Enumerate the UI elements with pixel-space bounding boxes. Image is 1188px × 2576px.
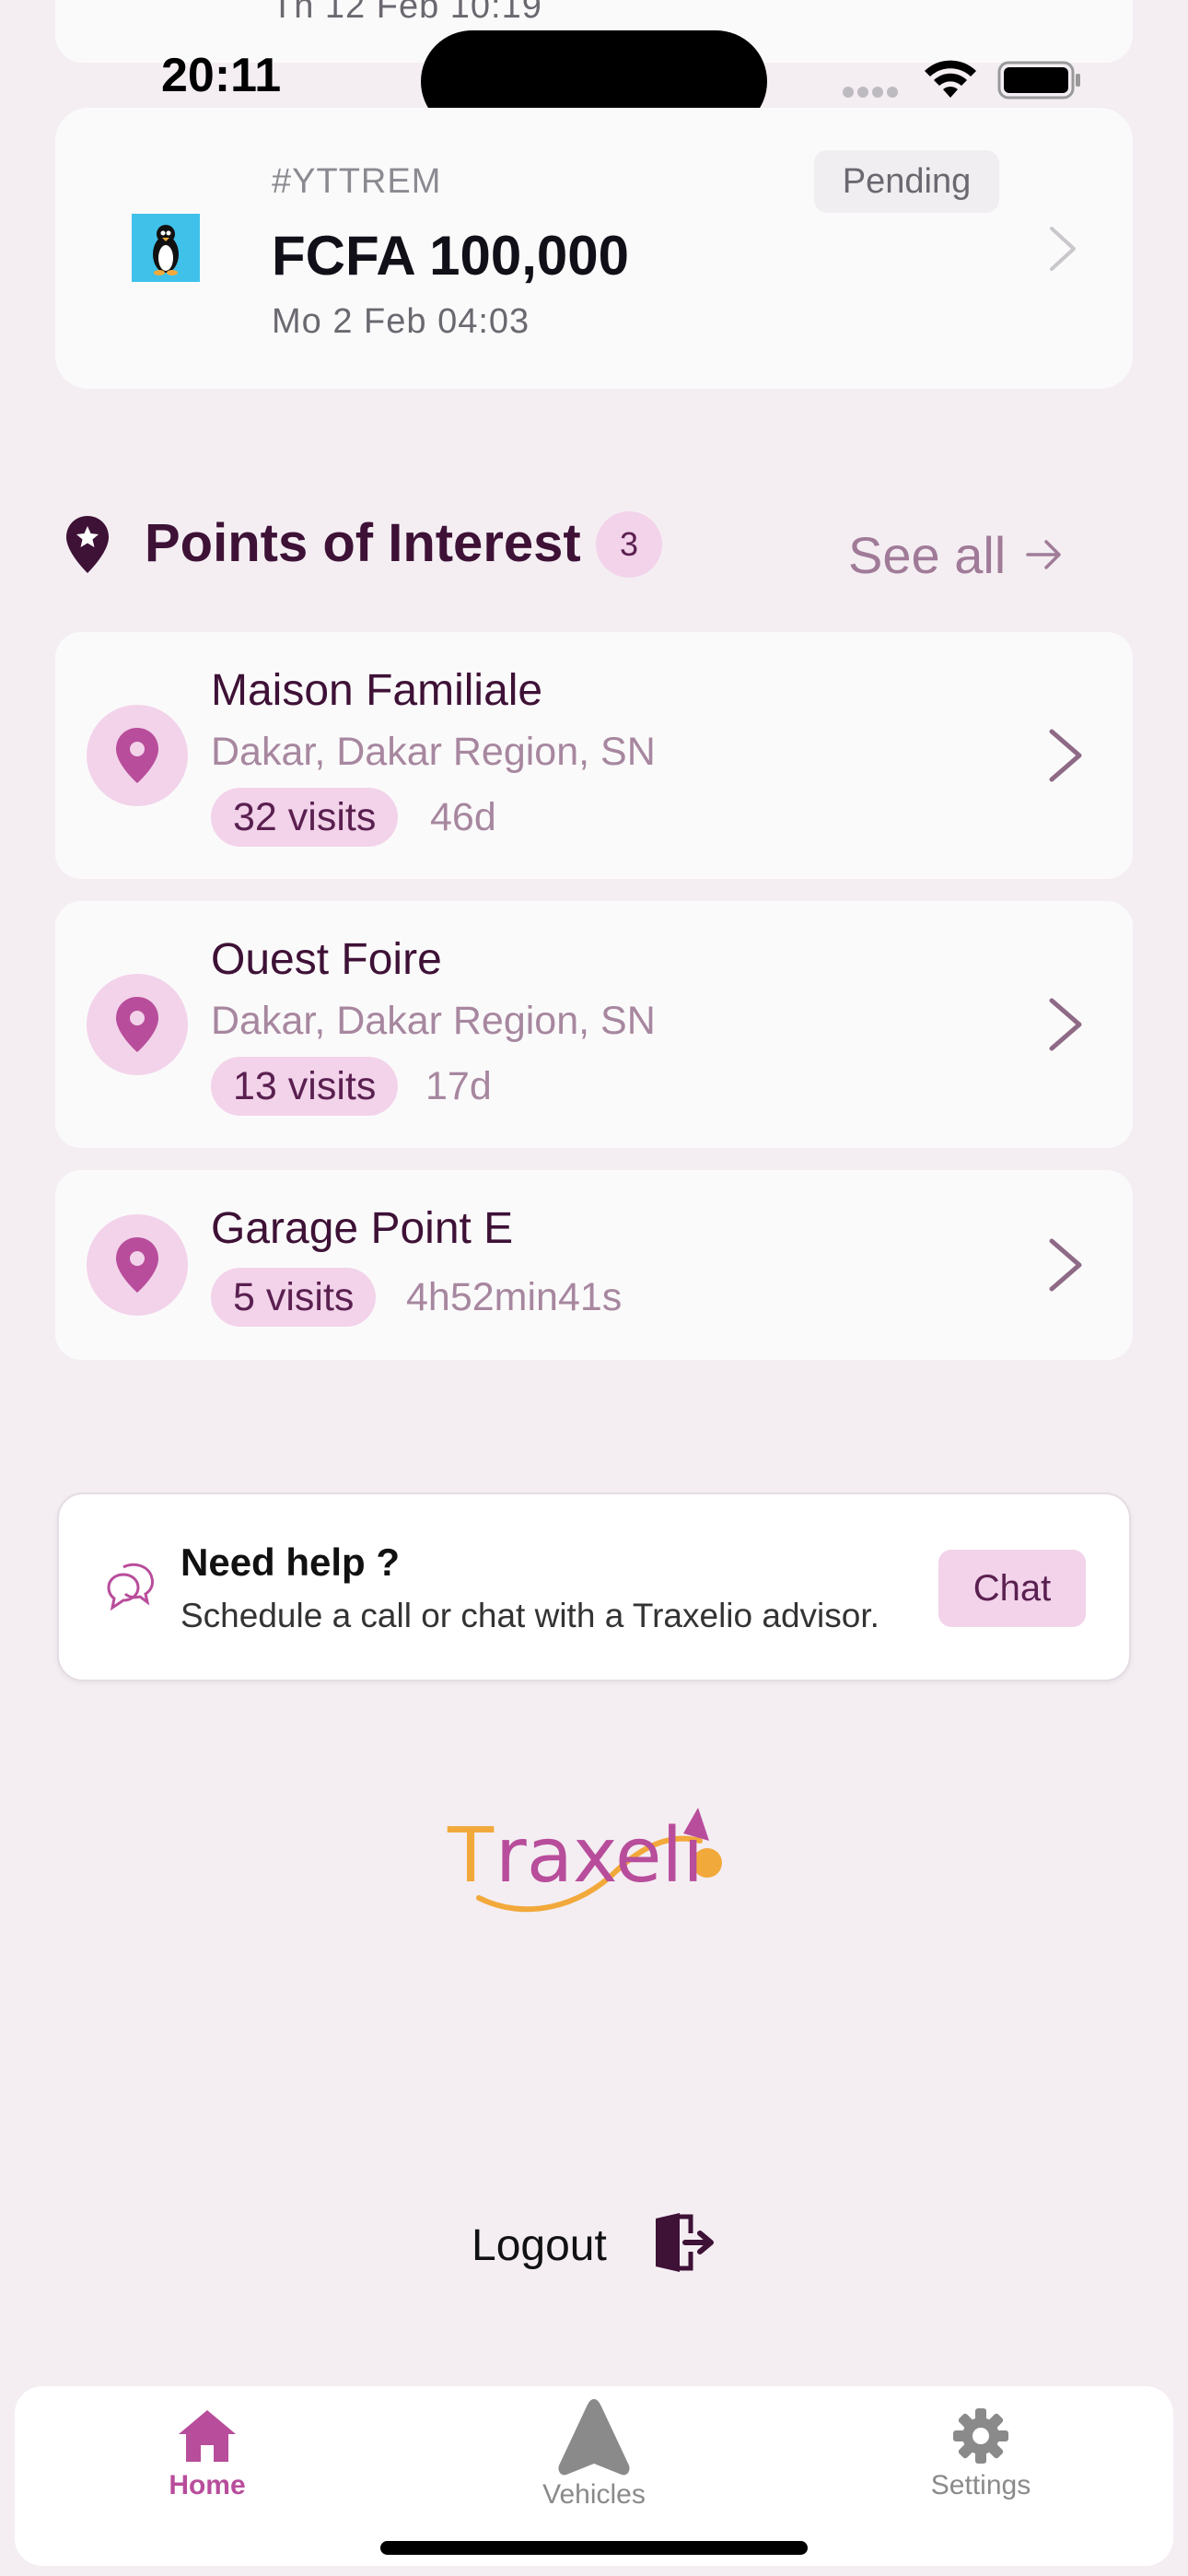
cellular-signal-icon xyxy=(843,86,902,102)
poi-name: Maison Familiale xyxy=(211,666,543,715)
poi-address: Dakar, Dakar Region, SN xyxy=(211,999,656,1043)
map-pin-icon xyxy=(116,997,158,1052)
help-title: Need help ? xyxy=(181,1540,401,1584)
svg-text:raxeli: raxeli xyxy=(495,1812,704,1900)
home-indicator xyxy=(380,2541,808,2555)
map-pin-icon xyxy=(116,1237,158,1293)
visits-badge: 13 visits xyxy=(211,1057,399,1116)
arrow-right-icon[interactable] xyxy=(1024,534,1065,575)
logout-label[interactable]: Logout xyxy=(472,2220,607,2271)
help-subtitle: Schedule a call or chat with a Traxelio … xyxy=(181,1597,879,1634)
transaction-ref: #YTTREM xyxy=(272,162,442,201)
tab-label: Settings xyxy=(930,2470,1031,2500)
previous-transaction-date: Th 12 Feb 10:19 xyxy=(272,0,542,26)
section-title: Points of Interest xyxy=(145,513,581,573)
chevron-right-icon[interactable] xyxy=(1048,728,1083,783)
transaction-amount: FCFA 100,000 xyxy=(272,225,629,287)
poi-name: Garage Point E xyxy=(211,1204,514,1253)
transaction-avatar xyxy=(132,214,200,282)
tab-label: Home xyxy=(169,2470,246,2500)
poi-name: Ouest Foire xyxy=(211,935,442,984)
svg-text:T: T xyxy=(447,1812,495,1900)
traxelio-logo: T raxeli xyxy=(447,1808,722,1913)
poi-card[interactable] xyxy=(55,1170,1133,1360)
count-badge: 3 xyxy=(596,511,662,578)
tab-settings[interactable]: Settings xyxy=(903,2406,1059,2501)
star-pin-icon xyxy=(66,516,109,573)
poi-icon-circle xyxy=(87,974,188,1075)
chevron-right-icon[interactable] xyxy=(1048,997,1083,1052)
poi-duration: 46d xyxy=(430,795,496,839)
poi-duration: 4h52min41s xyxy=(406,1275,623,1319)
chat-button[interactable]: Chat xyxy=(938,1550,1086,1627)
chat-bubbles-icon xyxy=(107,1563,154,1611)
wifi-icon xyxy=(925,60,976,98)
map-pin-icon xyxy=(116,728,158,783)
see-all-link[interactable]: See all xyxy=(848,525,1006,585)
poi-duration: 17d xyxy=(425,1064,492,1108)
battery-icon xyxy=(997,61,1080,100)
visits-badge: 5 visits xyxy=(211,1268,377,1327)
visits-badge: 32 visits xyxy=(211,788,399,847)
status-time: 20:11 xyxy=(161,49,282,102)
navigation-arrow-icon xyxy=(558,2399,630,2476)
poi-icon-circle xyxy=(87,1214,188,1316)
tab-vehicles[interactable]: Vehicles xyxy=(516,2395,672,2511)
tab-label: Vehicles xyxy=(542,2479,646,2510)
gear-icon xyxy=(953,2408,1008,2464)
home-icon xyxy=(179,2410,236,2462)
poi-icon-circle xyxy=(87,705,188,806)
tab-home[interactable]: Home xyxy=(129,2406,285,2501)
transaction-date: Mo 2 Feb 04:03 xyxy=(272,302,530,341)
poi-address: Dakar, Dakar Region, SN xyxy=(211,730,656,774)
chevron-right-icon[interactable] xyxy=(1048,225,1077,273)
chevron-right-icon[interactable] xyxy=(1048,1237,1083,1293)
logout-icon[interactable] xyxy=(652,2209,718,2276)
penguin-icon xyxy=(153,225,179,275)
status-badge: Pending xyxy=(814,150,999,213)
